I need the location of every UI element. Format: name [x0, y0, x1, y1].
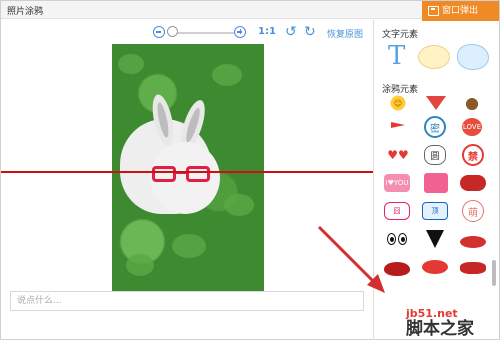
- zoom-in-icon[interactable]: [234, 26, 246, 38]
- pink-block-sticker[interactable]: [424, 173, 448, 193]
- text-tool-icon[interactable]: T: [388, 42, 405, 70]
- cartoon-eyes-sticker[interactable]: [384, 232, 410, 246]
- dark-lips-sticker[interactable]: [460, 262, 486, 274]
- clover-leaf: [212, 64, 242, 86]
- text-elements-title: 文字元素: [382, 30, 419, 40]
- red-guide-line: [1, 171, 373, 173]
- zoom-slider-handle[interactable]: [167, 26, 178, 37]
- red-lips-sticker[interactable]: [384, 262, 410, 276]
- window-title: 照片涂鸦: [7, 7, 44, 17]
- comment-input[interactable]: 说点什么...: [10, 291, 364, 311]
- zoom-slider-track[interactable]: [169, 32, 235, 34]
- pink-text-sticker[interactable]: 囧: [384, 202, 410, 220]
- zoom-out-icon[interactable]: [153, 26, 165, 38]
- bear-sticker[interactable]: [460, 92, 484, 114]
- cute-sticker[interactable]: 萌: [462, 200, 484, 222]
- clover-leaf: [118, 54, 144, 74]
- elements-panel: 文字元素 T 涂鸦元素 ☺ 密 LOVE ♥♥ 圆 禁 I♥YOU 囧 顶 萌: [374, 20, 500, 340]
- site-watermark: jb51.net 脚本之家: [406, 307, 474, 338]
- image-toolbar: 1:1 ↺ ↻ 恢复原图: [1, 21, 373, 43]
- clover-leaf: [172, 234, 206, 258]
- beard-sticker[interactable]: [426, 230, 444, 248]
- panel-scrollbar[interactable]: [492, 260, 496, 286]
- love-sticker[interactable]: LOVE: [462, 118, 482, 136]
- hearts-sticker[interactable]: ♥♥: [386, 144, 410, 166]
- glasses-sticker[interactable]: [152, 166, 212, 184]
- popout-icon: [428, 6, 439, 16]
- i-love-you-sticker[interactable]: I♥YOU: [384, 174, 410, 192]
- sun-face-sticker[interactable]: ☺: [386, 92, 410, 114]
- popout-label: 窗口弹出: [442, 6, 479, 16]
- clover-leaf: [126, 254, 154, 276]
- red-badge-sticker[interactable]: [460, 175, 486, 191]
- forbidden-sticker[interactable]: 禁: [462, 144, 484, 166]
- popout-window-button[interactable]: 窗口弹出: [422, 1, 499, 21]
- clover-leaf: [224, 194, 254, 216]
- rotate-left-icon[interactable]: ↺: [285, 24, 297, 40]
- rotate-right-icon[interactable]: ↻: [304, 24, 316, 40]
- arrow-shaft: [317, 225, 381, 289]
- photo-canvas[interactable]: [112, 44, 264, 291]
- open-lips-sticker[interactable]: [422, 260, 448, 274]
- zoom-actual-size-button[interactable]: 1:1: [258, 26, 276, 37]
- panda-sticker[interactable]: 圆: [424, 145, 446, 165]
- red-flag-sticker[interactable]: [386, 116, 410, 138]
- watermark-logo: 脚本之家: [406, 319, 474, 339]
- restore-original-button[interactable]: 恢复原图: [327, 27, 363, 40]
- lips-sticker[interactable]: [460, 236, 486, 248]
- mi-stamp-sticker[interactable]: 密: [424, 116, 446, 138]
- yellow-bubble-sticker[interactable]: [418, 45, 450, 69]
- blue-text-sticker[interactable]: 顶: [422, 202, 448, 220]
- blue-cloud-bubble-sticker[interactable]: [457, 44, 489, 70]
- photo-doodle-window: 照片涂鸦 窗口弹出 1:1 ↺ ↻ 恢复原图 说点什么... 文字元素 T 涂鸦…: [0, 0, 500, 340]
- ribbon-sticker[interactable]: [426, 96, 446, 110]
